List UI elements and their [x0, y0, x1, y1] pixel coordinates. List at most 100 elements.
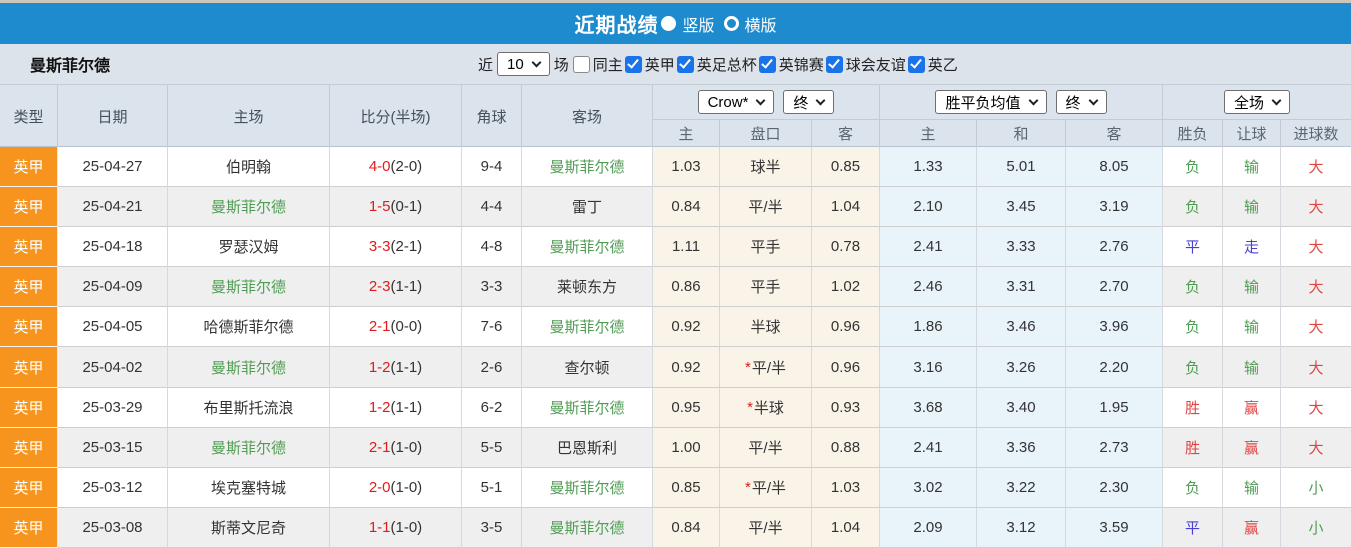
handicap-cell: 平手 — [720, 227, 812, 268]
filter-checkbox-league-1[interactable]: 英甲 — [624, 54, 675, 75]
checkbox-unchecked-icon[interactable] — [572, 55, 590, 73]
radio-selected-icon[interactable] — [661, 16, 677, 31]
odds-state-select[interactable]: 终 — [783, 90, 835, 114]
odds-away-cell: 1.03 — [812, 467, 880, 508]
recent-count-value: 10 — [507, 55, 524, 73]
checkbox-label[interactable]: 英甲 — [645, 54, 675, 75]
avg-win-cell: 1.33 — [880, 147, 977, 188]
avg-draw-cell: 3.36 — [977, 427, 1066, 468]
chevron-down-icon — [1088, 95, 1098, 105]
average-type-select[interactable]: 胜平负均值 — [935, 90, 1047, 114]
sub-header-1: 主 — [653, 119, 720, 147]
radio-vertical-label[interactable]: 竖版 — [682, 12, 714, 36]
odds-home-cell: 0.84 — [653, 187, 720, 228]
away-team-cell: 莱顿东方 — [522, 267, 653, 308]
checkbox-checked-icon[interactable] — [676, 55, 694, 73]
average-type-value: 胜平负均值 — [945, 94, 1021, 112]
handicap-value: 平/半 — [751, 359, 786, 377]
handicap-value: 平手 — [750, 279, 781, 297]
filter-checkbox-league-2[interactable]: 英足总杯 — [676, 54, 757, 75]
table-row: 英甲 25-04-09 曼斯菲尔德 2-3 (1-1) 3-3 莱顿东方 0.86 平手 1.02… — [0, 267, 1351, 308]
handicap-result-cell: 走 — [1223, 227, 1281, 268]
handicap-result-cell: 输 — [1223, 147, 1281, 188]
score-cell: 1-2 (1-1) — [330, 387, 462, 428]
table-row: 英甲 25-03-15 曼斯菲尔德 2-1 (1-0) 5-5 巴恩斯利 1.00 平/半 0.8… — [0, 427, 1351, 468]
handicap-change-star: * — [747, 398, 753, 416]
home-team-cell: 斯蒂文尼奇 — [168, 507, 330, 548]
handicap-value: 平/半 — [748, 439, 783, 457]
away-team-cell: 曼斯菲尔德 — [522, 467, 653, 508]
checkbox-label[interactable]: 英足总杯 — [697, 54, 757, 75]
checkbox-label[interactable]: 英乙 — [928, 54, 958, 75]
handicap-value: 球半 — [750, 159, 781, 177]
scope-select[interactable]: 全场 — [1223, 90, 1290, 114]
league-cell: 英甲 — [0, 147, 58, 188]
radio-vertical-layout[interactable]: 竖版 — [661, 12, 715, 36]
games-label: 场 — [553, 56, 569, 74]
date-cell: 25-03-12 — [58, 467, 168, 508]
table-row: 英甲 25-03-08 斯蒂文尼奇 1-1 (1-0) 3-5 曼斯菲尔德 0.84 平/半 1.… — [0, 507, 1351, 548]
avg-draw-cell: 3.40 — [977, 387, 1066, 428]
checkbox-label[interactable]: 球会友谊 — [846, 54, 906, 75]
avg-draw-cell: 3.46 — [977, 307, 1066, 348]
fulltime-score: 3-3 — [368, 238, 391, 256]
filter-checkbox-league-4[interactable]: 球会友谊 — [825, 54, 906, 75]
handicap-result-cell: 输 — [1223, 267, 1281, 308]
away-team-cell: 曼斯菲尔德 — [522, 147, 653, 188]
halftime-score: (1-1) — [390, 398, 423, 416]
avg-win-cell: 2.10 — [880, 187, 977, 228]
radio-horizontal-layout[interactable]: 横版 — [723, 12, 777, 36]
avg-win-cell: 1.86 — [880, 307, 977, 348]
home-team-cell: 伯明翰 — [168, 147, 330, 188]
date-cell: 25-03-08 — [58, 507, 168, 548]
handicap-value: 半球 — [750, 319, 781, 337]
odds-home-cell: 0.92 — [653, 307, 720, 348]
radio-horizontal-label[interactable]: 横版 — [745, 12, 777, 36]
odds-away-cell: 1.04 — [812, 507, 880, 548]
radio-unselected-icon[interactable] — [723, 16, 739, 31]
odds-home-cell: 0.84 — [653, 507, 720, 548]
checkbox-checked-icon[interactable] — [624, 55, 642, 73]
score-cell: 3-3 (2-1) — [330, 227, 462, 268]
filter-checkbox-league-3[interactable]: 英锦赛 — [758, 54, 824, 75]
avg-lose-cell: 3.59 — [1066, 507, 1163, 548]
checkbox-checked-icon[interactable] — [758, 55, 776, 73]
avg-lose-cell: 2.76 — [1066, 227, 1163, 268]
sub-header-5: 和 — [977, 119, 1066, 147]
table-body: 英甲 25-04-27 伯明翰 4-0 (2-0) 9-4 曼斯菲尔德 1.03 球半 0.85 1… — [0, 147, 1351, 548]
odds-away-cell: 0.93 — [812, 387, 880, 428]
fulltime-score: 1-1 — [368, 518, 391, 536]
handicap-result-cell: 输 — [1223, 307, 1281, 348]
checkbox-label[interactable]: 英锦赛 — [779, 54, 824, 75]
average-group-header: 胜平负均值 终 — [880, 85, 1163, 119]
fulltime-score: 2-0 — [368, 478, 391, 496]
handicap-value: 平/半 — [748, 199, 783, 217]
handicap-value: 平手 — [750, 239, 781, 257]
title-bar: 近期战绩 竖版 横版 — [0, 3, 1351, 44]
filters: 近 10 场 同主 英甲 英足总杯 英锦赛 球会友谊 英乙 — [478, 52, 964, 76]
score-cell: 4-0 (2-0) — [330, 147, 462, 188]
handicap-cell: 球半 — [720, 147, 812, 188]
filter-checkbox-league-5[interactable]: 英乙 — [907, 54, 958, 75]
halftime-score: (1-1) — [390, 278, 423, 296]
sub-header-2: 盘口 — [720, 119, 812, 147]
col-header-away: 客场 — [522, 85, 653, 147]
checkbox-label[interactable]: 同主 — [593, 54, 623, 75]
date-cell: 25-04-05 — [58, 307, 168, 348]
filter-checkbox-same-home[interactable]: 同主 — [572, 54, 623, 75]
handicap-cell: * 平/半 — [720, 347, 812, 388]
sub-header-7: 胜负 — [1163, 119, 1223, 147]
chevron-down-icon — [531, 57, 542, 67]
bookmaker-select[interactable]: Crow* — [697, 90, 775, 114]
odds-away-cell: 0.85 — [812, 147, 880, 188]
sub-header-8: 让球 — [1223, 119, 1281, 147]
recent-count-select[interactable]: 10 — [497, 52, 550, 76]
league-cell: 英甲 — [0, 307, 58, 348]
score-cell: 2-1 (1-0) — [330, 427, 462, 468]
halftime-score: (0-1) — [390, 198, 423, 216]
avg-draw-cell: 3.26 — [977, 347, 1066, 388]
corners-cell: 5-5 — [462, 427, 522, 468]
checkbox-checked-icon[interactable] — [825, 55, 843, 73]
checkbox-checked-icon[interactable] — [907, 55, 925, 73]
average-state-select[interactable]: 终 — [1055, 90, 1107, 114]
